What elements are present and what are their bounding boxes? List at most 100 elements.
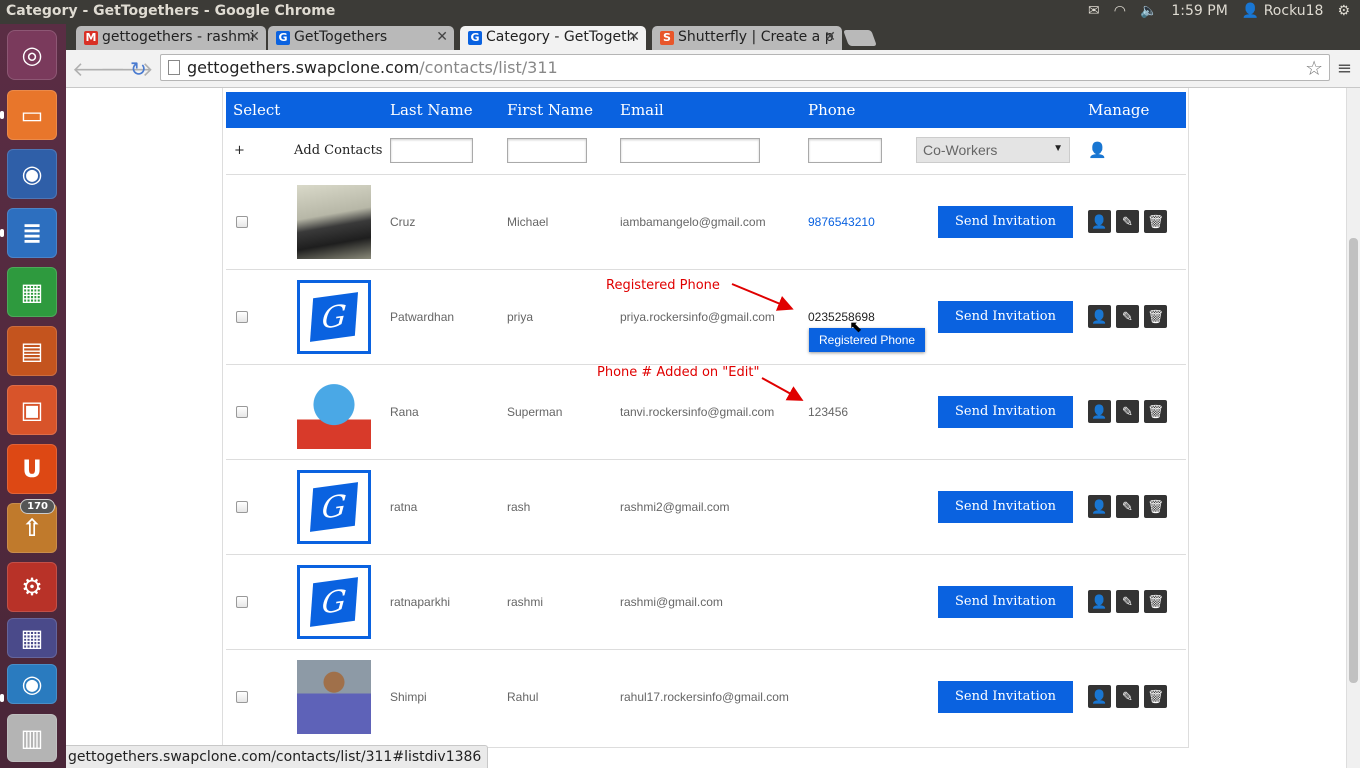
view-profile-icon[interactable]: 👤 <box>1088 685 1111 708</box>
header-manage: Manage <box>1088 101 1150 119</box>
tab-category-active[interactable]: G Category - GetTogeth ✕ <box>460 26 646 50</box>
user-menu[interactable]: 👤 Rocku18 <box>1242 3 1324 19</box>
gettogethers-logo-icon: G <box>309 482 359 532</box>
select-checkbox[interactable] <box>236 406 248 418</box>
shutterfly-favicon-icon: S <box>660 31 674 45</box>
clock[interactable]: 1:59 PM <box>1171 3 1227 19</box>
close-tab-icon[interactable]: ✕ <box>436 29 448 45</box>
bookmark-star-icon[interactable]: ☆ <box>1305 56 1323 80</box>
send-invitation-button[interactable]: Send Invitation <box>938 206 1073 238</box>
update-count-badge: 170 <box>20 499 55 514</box>
firefox-icon[interactable]: ◉ <box>7 149 57 199</box>
send-invitation-button[interactable]: Send Invitation <box>938 491 1073 523</box>
new-tab-button[interactable] <box>843 30 877 46</box>
select-checkbox[interactable] <box>236 501 248 513</box>
software-center-icon[interactable]: ▣ <box>7 385 57 435</box>
delete-trash-icon[interactable]: 🗑 <box>1144 400 1167 423</box>
reload-icon[interactable]: ↻ <box>130 57 147 81</box>
select-checkbox[interactable] <box>236 311 248 323</box>
edit-icon[interactable]: ✎ <box>1116 590 1139 613</box>
ubuntu-dash-icon[interactable]: ◎ <box>7 30 57 80</box>
phone-input[interactable] <box>808 138 882 163</box>
edit-icon[interactable]: ✎ <box>1116 400 1139 423</box>
first-name: Superman <box>507 405 563 419</box>
view-profile-icon[interactable]: 👤 <box>1088 400 1111 423</box>
settings-gear-icon[interactable]: ⚙ <box>1337 3 1350 19</box>
first-name: Michael <box>507 215 549 229</box>
delete-trash-icon[interactable]: 🗑 <box>1144 495 1167 518</box>
close-tab-icon[interactable]: ✕ <box>824 29 836 45</box>
add-user-icon[interactable]: 👤 <box>1088 141 1107 159</box>
address-bar[interactable]: gettogethers.swapclone.com/contacts/list… <box>160 54 1330 81</box>
select-checkbox[interactable] <box>236 691 248 703</box>
tab-gmail[interactable]: M gettogethers - rashmi ✕ <box>76 26 266 50</box>
email: rashmi2@gmail.com <box>620 500 730 514</box>
first-name: rashmi <box>507 595 544 609</box>
tab-shutterfly[interactable]: S Shutterfly | Create a p ✕ <box>652 26 842 50</box>
delete-trash-icon[interactable]: 🗑 <box>1144 305 1167 328</box>
delete-trash-icon[interactable]: 🗑 <box>1144 210 1167 233</box>
close-tab-icon[interactable]: ✕ <box>628 29 640 45</box>
send-invitation-button[interactable]: Send Invitation <box>938 396 1073 428</box>
add-plus[interactable]: + <box>234 143 245 158</box>
chrome-icon[interactable]: ◉ <box>7 664 57 704</box>
view-profile-icon[interactable]: 👤 <box>1088 590 1111 613</box>
files-icon[interactable]: ▭ <box>7 90 57 140</box>
email: tanvi.rockersinfo@gmail.com <box>620 405 775 419</box>
system-settings-icon[interactable]: ⚙ <box>7 562 57 612</box>
update-manager-icon[interactable]: ⇧ 170 <box>7 499 57 553</box>
add-contacts-label: Add Contacts <box>294 143 383 158</box>
edit-icon[interactable]: ✎ <box>1116 495 1139 518</box>
phone[interactable]: 0235258698 <box>808 310 875 324</box>
send-invitation-button[interactable]: Send Invitation <box>938 586 1073 618</box>
workspace-switcher-icon[interactable]: ▦ <box>7 618 57 658</box>
send-invitation-button[interactable]: Send Invitation <box>938 301 1073 333</box>
last-name: ratnaparkhi <box>390 595 451 609</box>
edit-icon[interactable]: ✎ <box>1116 685 1139 708</box>
writer-icon[interactable]: ≣ <box>7 208 57 258</box>
send-invitation-button[interactable]: Send Invitation <box>938 681 1073 713</box>
url-host: gettogethers.swapclone.com <box>187 58 420 77</box>
contacts-panel: Select Last Name First Name Email Phone … <box>222 88 1189 748</box>
browser-chrome: M gettogethers - rashmi ✕ G GetTogethers… <box>66 24 1360 88</box>
scrollbar-thumb[interactable] <box>1349 238 1358 683</box>
calc-icon[interactable]: ▦ <box>7 267 57 317</box>
view-profile-icon[interactable]: 👤 <box>1088 305 1111 328</box>
running-indicator <box>0 694 4 702</box>
last-name: Shimpi <box>390 690 427 704</box>
default-logo-avatar: G <box>297 565 371 639</box>
wifi-icon[interactable]: ◠ <box>1114 3 1126 19</box>
running-indicator <box>0 111 4 119</box>
impress-icon[interactable]: ▤ <box>7 326 57 376</box>
delete-trash-icon[interactable]: 🗑 <box>1144 685 1167 708</box>
view-profile-icon[interactable]: 👤 <box>1088 210 1111 233</box>
contact-row: G ratnaparkhi rashmi rashmi@gmail.com Se… <box>226 555 1186 650</box>
select-checkbox[interactable] <box>236 596 248 608</box>
page-scrollbar[interactable] <box>1346 88 1360 768</box>
tab-label: gettogethers - rashmi <box>102 29 255 45</box>
mail-icon[interactable]: ✉ <box>1088 3 1100 19</box>
gettogethers-favicon-icon: G <box>276 31 290 45</box>
page-icon <box>168 60 180 75</box>
phone-link[interactable]: 9876543210 <box>808 215 875 229</box>
close-tab-icon[interactable]: ✕ <box>248 29 260 45</box>
last-name-input[interactable] <box>390 138 473 163</box>
chrome-menu-icon[interactable]: ≡ <box>1337 58 1352 79</box>
edit-icon[interactable]: ✎ <box>1116 210 1139 233</box>
tab-gettogethers[interactable]: G GetTogethers ✕ <box>268 26 454 50</box>
select-checkbox[interactable] <box>236 216 248 228</box>
first-name: priya <box>507 310 534 324</box>
edit-icon[interactable]: ✎ <box>1116 305 1139 328</box>
view-profile-icon[interactable]: 👤 <box>1088 495 1111 518</box>
volume-icon[interactable]: 🔈 <box>1140 3 1157 19</box>
email-input[interactable] <box>620 138 760 163</box>
ubuntu-one-icon[interactable]: U <box>7 444 57 494</box>
mouse-cursor-icon: ⬉ <box>849 317 863 336</box>
trash-icon[interactable]: ▥ <box>7 714 57 762</box>
delete-trash-icon[interactable]: 🗑 <box>1144 590 1167 613</box>
group-select[interactable]: Co-Workers ▼ <box>916 137 1070 163</box>
first-name-input[interactable] <box>507 138 587 163</box>
add-contact-row: + Add Contacts Co-Workers ▼ 👤 <box>226 128 1186 175</box>
email: rashmi@gmail.com <box>620 595 723 609</box>
window-title: Category - GetTogethers - Google Chrome <box>6 3 336 19</box>
